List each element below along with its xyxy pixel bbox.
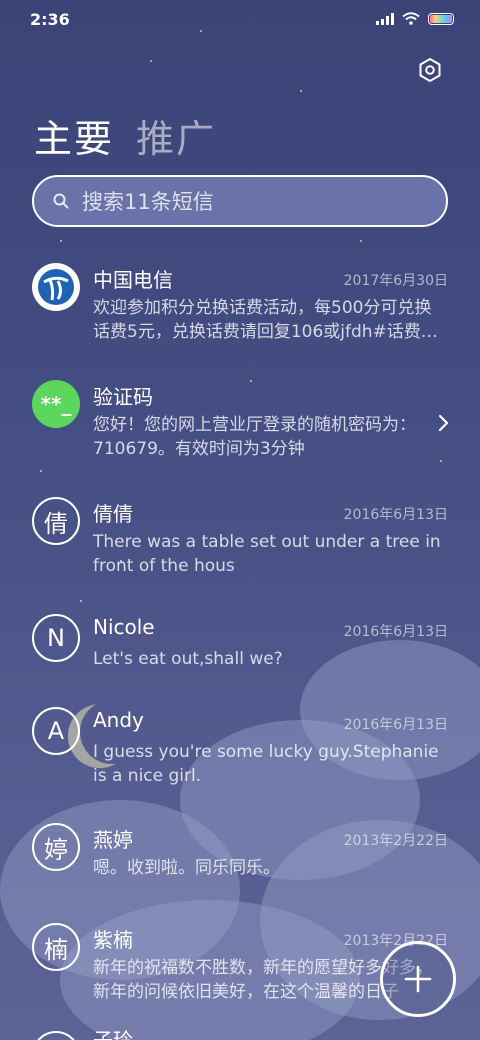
wifi-icon	[402, 12, 420, 25]
contact-avatar: 楠	[32, 923, 80, 971]
search-input[interactable]: 搜索11条短信	[82, 186, 214, 216]
search-bar[interactable]: 搜索11条短信	[32, 175, 448, 227]
tab-primary[interactable]: 主要	[34, 108, 114, 163]
contact-avatar: N	[32, 614, 80, 662]
battery-icon	[428, 12, 454, 25]
signal-icon	[376, 12, 394, 25]
plus-icon	[404, 965, 432, 993]
contact-avatar	[32, 1031, 80, 1040]
status-bar: 2:36	[0, 0, 480, 40]
message-item-ziling[interactable]: 子玲	[0, 1018, 480, 1040]
message-date: 2016年6月13日	[343, 624, 448, 640]
contact-name: 中国电信	[93, 268, 173, 292]
message-preview: Let's eat out,shall we?	[93, 649, 283, 669]
message-preview: There was a table set out under a tree i…	[93, 532, 441, 576]
status-time: 2:36	[30, 10, 70, 29]
new-message-button[interactable]	[380, 941, 456, 1017]
contact-name: 子玲	[93, 1028, 133, 1040]
contact-name: Nicole	[93, 615, 155, 639]
china-telecom-logo	[32, 263, 80, 311]
search-icon	[53, 193, 69, 209]
message-preview: 您好！您的网上营业厅登录的随机密码为：710679。有效时间为3分钟	[93, 415, 416, 459]
message-item-yanting[interactable]: 婷 燕婷 2013年2月22日 嗯。收到啦。同乐同乐。	[0, 810, 480, 920]
contact-name: Andy	[93, 708, 144, 732]
contact-avatar: 倩	[32, 497, 80, 545]
message-preview: 嗯。收到啦。同乐同乐。	[93, 858, 280, 878]
message-item-china-telecom[interactable]: 中国电信 2017年6月30日 欢迎参加积分兑换话费活动，每500分可兑换话费5…	[0, 250, 480, 360]
message-date: 2016年6月13日	[343, 507, 448, 523]
chevron-right-icon	[438, 414, 449, 432]
message-date: 2017年6月30日	[343, 273, 448, 289]
verification-code-avatar: **_	[32, 380, 80, 428]
contact-name: 验证码	[93, 385, 153, 409]
message-item-andy[interactable]: A Andy 2016年6月13日 I guess you're some lu…	[0, 694, 480, 804]
contact-avatar: A	[32, 707, 80, 755]
settings-button[interactable]	[416, 56, 444, 84]
contact-avatar: 婷	[32, 823, 80, 871]
gear-icon	[419, 57, 441, 83]
tab-bar: 主要 推广	[34, 108, 216, 163]
status-icons	[376, 12, 454, 25]
contact-name: 燕婷	[93, 828, 133, 852]
contact-name: 紫楠	[93, 928, 133, 952]
tab-promotion[interactable]: 推广	[136, 108, 216, 163]
message-preview: I guess you're some lucky guy.Stephanie …	[93, 742, 439, 786]
message-preview: 欢迎参加积分兑换话费活动，每500分可兑换话费5元，兑换话费请回复106或jfd…	[93, 298, 438, 342]
message-date: 2016年6月13日	[343, 717, 448, 733]
message-item-qianqian[interactable]: 倩 倩倩 2016年6月13日 There was a table set ou…	[0, 484, 480, 594]
message-item-verification-code[interactable]: **_ 验证码 您好！您的网上营业厅登录的随机密码为：710679。有效时间为3…	[0, 367, 480, 477]
message-date: 2013年2月22日	[343, 833, 448, 849]
contact-name: 倩倩	[93, 502, 133, 526]
